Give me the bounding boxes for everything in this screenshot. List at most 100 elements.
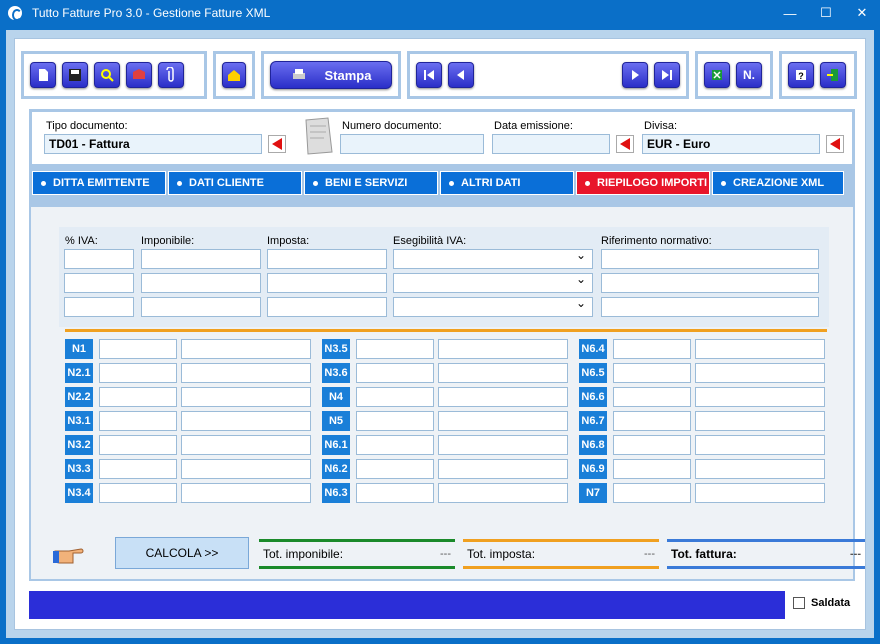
natura-imponibile-field[interactable] bbox=[613, 435, 691, 455]
calcola-button[interactable]: CALCOLA >> bbox=[115, 537, 249, 569]
natura-imponibile-field[interactable] bbox=[99, 435, 177, 455]
natura-imponibile-field[interactable] bbox=[613, 363, 691, 383]
last-record-button[interactable] bbox=[654, 62, 680, 88]
natura-imponibile-field[interactable] bbox=[99, 411, 177, 431]
natura-riferimento-field[interactable] bbox=[438, 435, 568, 455]
natura-imponibile-field[interactable] bbox=[613, 339, 691, 359]
search-button[interactable] bbox=[94, 62, 120, 88]
natura-riferimento-field[interactable] bbox=[695, 339, 825, 359]
home-button[interactable] bbox=[222, 62, 246, 88]
data-emissione-label: Data emissione: bbox=[494, 120, 573, 132]
natura-label: N1 bbox=[65, 339, 93, 359]
natura-riferimento-field[interactable] bbox=[695, 459, 825, 479]
esigibilita-select[interactable] bbox=[393, 296, 593, 317]
natura-riferimento-field[interactable] bbox=[181, 435, 311, 455]
natura-imponibile-field[interactable] bbox=[613, 483, 691, 503]
stampa-button[interactable]: Stampa bbox=[270, 61, 392, 89]
natura-imponibile-field[interactable] bbox=[99, 339, 177, 359]
divisa-field[interactable]: EUR - Euro bbox=[642, 134, 820, 154]
natura-riferimento-field[interactable] bbox=[438, 387, 568, 407]
attach-button[interactable] bbox=[158, 62, 184, 88]
natura-riferimento-field[interactable] bbox=[438, 483, 568, 503]
imposta-field[interactable] bbox=[267, 297, 387, 317]
new-file-button[interactable] bbox=[30, 62, 56, 88]
pointing-hand-icon bbox=[53, 548, 84, 564]
tipo-documento-arrow-button[interactable] bbox=[268, 135, 286, 153]
natura-riferimento-field[interactable] bbox=[438, 339, 568, 359]
saldata-checkbox-box[interactable] bbox=[793, 597, 805, 609]
minimize-button[interactable]: — bbox=[772, 0, 808, 26]
natura-imponibile-field[interactable] bbox=[99, 363, 177, 383]
totale-imposta-value: --- bbox=[644, 548, 655, 560]
natura-riferimento-field[interactable] bbox=[695, 411, 825, 431]
natura-riferimento-field[interactable] bbox=[181, 363, 311, 383]
tab-creazione-xml[interactable]: CREAZIONE XML bbox=[712, 171, 844, 195]
data-emissione-arrow-button[interactable] bbox=[616, 135, 634, 153]
natura-imponibile-field[interactable] bbox=[356, 459, 434, 479]
esigibilita-select[interactable] bbox=[393, 272, 593, 293]
natura-imponibile-field[interactable] bbox=[356, 483, 434, 503]
tab-ditta-emittente[interactable]: DITTA EMITTENTE bbox=[32, 171, 166, 195]
tab-dati-cliente[interactable]: DATI CLIENTE bbox=[168, 171, 302, 195]
numero-documento-field[interactable] bbox=[340, 134, 484, 154]
riferimento-normativo-field[interactable] bbox=[601, 297, 819, 317]
saldata-checkbox[interactable]: Saldata bbox=[793, 597, 850, 609]
iva-percent-field[interactable] bbox=[64, 297, 134, 317]
natura-imponibile-field[interactable] bbox=[356, 387, 434, 407]
natura-imponibile-field[interactable] bbox=[613, 411, 691, 431]
natura-riferimento-field[interactable] bbox=[695, 363, 825, 383]
natura-riferimento-field[interactable] bbox=[181, 339, 311, 359]
esigibilita-select[interactable] bbox=[393, 248, 593, 269]
natura-imponibile-field[interactable] bbox=[99, 459, 177, 479]
riferimento-normativo-field[interactable] bbox=[601, 273, 819, 293]
imposta-field[interactable] bbox=[267, 249, 387, 269]
totale-imposta-label: Tot. imposta: bbox=[467, 547, 536, 561]
new-file-icon bbox=[39, 69, 48, 81]
first-record-button[interactable] bbox=[416, 62, 442, 88]
help-button[interactable]: ? bbox=[788, 62, 814, 88]
divisa-arrow-button[interactable] bbox=[826, 135, 844, 153]
natura-imponibile-field[interactable] bbox=[613, 387, 691, 407]
natura-riferimento-field[interactable] bbox=[695, 387, 825, 407]
natura-riferimento-field[interactable] bbox=[438, 363, 568, 383]
exit-button[interactable] bbox=[820, 62, 846, 88]
iva-percent-field[interactable] bbox=[64, 273, 134, 293]
natura-imponibile-field[interactable] bbox=[356, 435, 434, 455]
totale-fattura-value: --- bbox=[850, 548, 861, 560]
natura-imponibile-field[interactable] bbox=[356, 339, 434, 359]
natura-imponibile-field[interactable] bbox=[99, 387, 177, 407]
section-tabs: DITTA EMITTENTE DATI CLIENTE BENI E SERVIZ… bbox=[32, 171, 852, 195]
maximize-button[interactable]: ☐ bbox=[808, 0, 844, 26]
iva-percent-field[interactable] bbox=[64, 249, 134, 269]
previous-record-button[interactable] bbox=[448, 62, 474, 88]
natura-riferimento-field[interactable] bbox=[181, 387, 311, 407]
email-button[interactable] bbox=[126, 62, 152, 88]
natura-riferimento-field[interactable] bbox=[181, 483, 311, 503]
next-record-button[interactable] bbox=[622, 62, 648, 88]
imponibile-column-label: Imponibile: bbox=[141, 235, 195, 247]
tipo-documento-field[interactable]: TD01 - Fattura bbox=[44, 134, 262, 154]
natura-riferimento-field[interactable] bbox=[181, 459, 311, 479]
imponibile-field[interactable] bbox=[141, 297, 261, 317]
natura-riferimento-field[interactable] bbox=[438, 411, 568, 431]
imponibile-field[interactable] bbox=[141, 273, 261, 293]
tab-altri-dati[interactable]: ALTRI DATI bbox=[440, 171, 574, 195]
data-emissione-field[interactable] bbox=[492, 134, 610, 154]
close-button[interactable]: ✕ bbox=[844, 0, 880, 26]
natura-imponibile-field[interactable] bbox=[613, 459, 691, 479]
imponibile-field[interactable] bbox=[141, 249, 261, 269]
natura-riferimento-field[interactable] bbox=[181, 411, 311, 431]
natura-imponibile-field[interactable] bbox=[99, 483, 177, 503]
natura-imponibile-field[interactable] bbox=[356, 411, 434, 431]
natura-riferimento-field[interactable] bbox=[438, 459, 568, 479]
natura-riferimento-field[interactable] bbox=[695, 483, 825, 503]
riferimento-normativo-field[interactable] bbox=[601, 249, 819, 269]
tab-beni-e-servizi[interactable]: BENI E SERVIZI bbox=[304, 171, 438, 195]
natura-imponibile-field[interactable] bbox=[356, 363, 434, 383]
tab-riepilogo-importi[interactable]: RIEPILOGO IMPORTI bbox=[576, 171, 710, 195]
excel-button[interactable] bbox=[704, 62, 730, 88]
save-button[interactable] bbox=[62, 62, 88, 88]
imposta-field[interactable] bbox=[267, 273, 387, 293]
numbering-button[interactable]: N. bbox=[736, 62, 762, 88]
natura-riferimento-field[interactable] bbox=[695, 435, 825, 455]
